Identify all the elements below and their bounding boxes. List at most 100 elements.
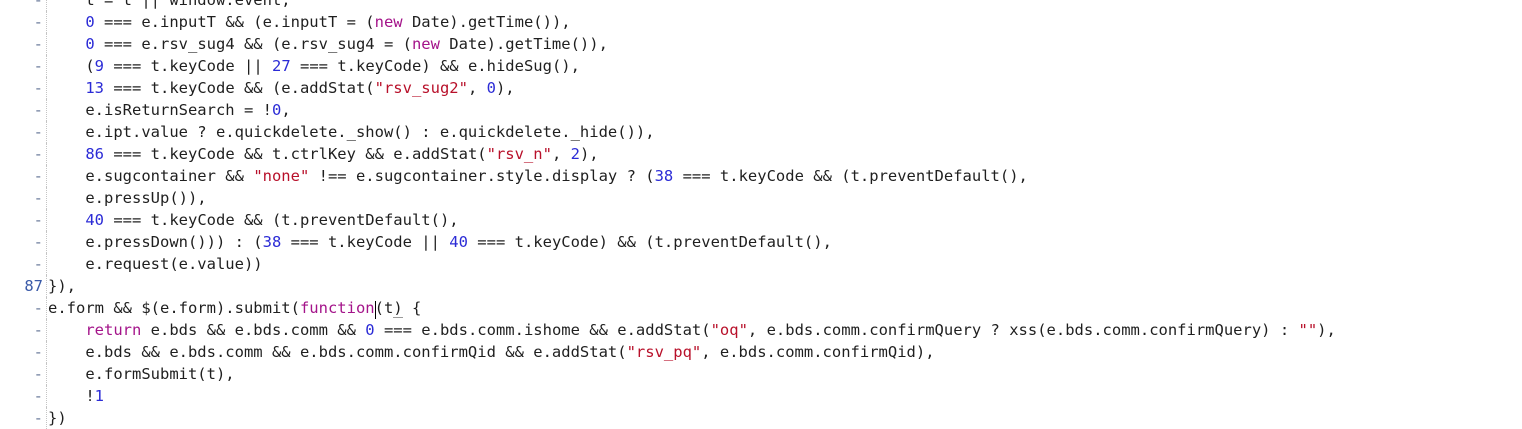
- code-token: 27: [272, 57, 291, 75]
- indent-guide: [46, 99, 47, 121]
- code-token: e.isReturnSearch = !: [85, 101, 272, 119]
- code-text[interactable]: t = t || window.event,: [48, 0, 291, 11]
- code-text[interactable]: !1: [48, 385, 104, 407]
- code-token: }),: [48, 277, 76, 295]
- indent-guide: [46, 55, 47, 77]
- indent-guide: [46, 77, 47, 99]
- code-text[interactable]: e.isReturnSearch = !0,: [48, 99, 291, 121]
- code-token: 40: [85, 211, 104, 229]
- code-text[interactable]: e.ipt.value ? e.quickdelete._show() : e.…: [48, 121, 655, 143]
- indent-guide: [46, 143, 47, 165]
- code-text[interactable]: e.pressUp()),: [48, 187, 207, 209]
- code-token: , e.bds.comm.confirmQuery ? xss(e.bds.co…: [747, 321, 1299, 339]
- text-cursor: (: [374, 299, 384, 317]
- code-text[interactable]: e.formSubmit(t),: [48, 363, 235, 385]
- code-token: new: [374, 13, 403, 31]
- code-token: e.formSubmit(t),: [85, 365, 235, 383]
- line-marker: -: [33, 409, 43, 427]
- indent-guide: [46, 341, 47, 363]
- code-editor[interactable]: - t = t || window.event, - 0 === e.inputT…: [0, 0, 1522, 429]
- indent-guide: [46, 121, 47, 143]
- code-token: !: [85, 387, 95, 405]
- code-token: e.pressUp()),: [85, 189, 207, 207]
- code-text[interactable]: 0 === e.rsv_sug4 && (e.rsv_sug4 = (new D…: [48, 33, 608, 55]
- line-marker: -: [33, 167, 43, 185]
- indent-guide: [46, 407, 47, 429]
- code-token: === t.keyCode && t.ctrlKey && e.addStat(: [104, 145, 487, 163]
- code-token: Date).getTime()),: [402, 13, 571, 31]
- code-text[interactable]: }): [48, 407, 67, 429]
- line-marker: -: [33, 189, 43, 207]
- code-token: === e.bds.comm.ishome && e.addStat(: [374, 321, 711, 339]
- line-marker: -: [33, 145, 43, 163]
- code-token: function: [299, 299, 375, 317]
- code-token: ),: [495, 79, 515, 97]
- code-token: 1: [94, 387, 105, 405]
- indent-guide: [46, 385, 47, 407]
- indent-guide: [46, 231, 47, 253]
- code-token: e.form && $(e.form).submit(: [48, 299, 300, 317]
- line-marker: -: [33, 387, 43, 405]
- indent-guide: [46, 165, 47, 187]
- indent-guide: [46, 363, 47, 385]
- code-text[interactable]: e.form && $(e.form).submit(function(t) {: [48, 297, 421, 319]
- indent-guide: [46, 209, 47, 231]
- line-marker: -: [33, 211, 43, 229]
- code-token: t: [383, 299, 394, 317]
- code-text[interactable]: 40 === t.keyCode && (t.preventDefault(),: [48, 209, 458, 231]
- code-token: {: [402, 299, 422, 317]
- indent-guide: [46, 275, 47, 297]
- code-token: 38: [262, 233, 282, 251]
- line-marker: -: [33, 233, 43, 251]
- code-text[interactable]: 0 === e.inputT && (e.inputT = (new Date)…: [48, 11, 571, 33]
- code-text[interactable]: 86 === t.keyCode && t.ctrlKey && e.addSt…: [48, 143, 598, 165]
- code-token: "rsv_n": [486, 145, 552, 163]
- code-text[interactable]: e.request(e.value)): [48, 253, 263, 275]
- code-token: e.bds && e.bds.comm && e.bds.comm.confir…: [85, 343, 627, 361]
- line-marker: -: [33, 255, 43, 273]
- code-token: ,: [467, 79, 487, 97]
- code-token: 40: [449, 233, 468, 251]
- indent-guide: [46, 319, 47, 341]
- code-text[interactable]: e.bds && e.bds.comm && e.bds.comm.confir…: [48, 341, 935, 363]
- code-text[interactable]: return e.bds && e.bds.comm && 0 === e.bd…: [48, 319, 1336, 341]
- code-token: === t.keyCode && (e.addStat(: [104, 79, 375, 97]
- code-token: t = t || window.event,: [85, 0, 291, 9]
- code-token: === t.keyCode && (t.preventDefault(),: [673, 167, 1028, 185]
- code-token: "rsv_pq": [626, 343, 702, 361]
- code-token: e.pressDown())) : (: [85, 233, 263, 251]
- code-token: "oq": [710, 321, 748, 339]
- code-token: e.request(e.value)): [85, 255, 263, 273]
- code-token: , e.bds.comm.confirmQid),: [701, 343, 935, 361]
- indent-guide: [46, 33, 47, 55]
- line-marker: -: [33, 35, 43, 53]
- code-token: 13: [85, 79, 104, 97]
- code-text[interactable]: 13 === t.keyCode && (e.addStat("rsv_sug2…: [48, 77, 515, 99]
- code-token: e.sugcontainer &&: [85, 167, 254, 185]
- code-token: === t.keyCode ||: [104, 57, 272, 75]
- line-marker: -: [33, 123, 43, 141]
- code-text[interactable]: e.sugcontainer && "none" !== e.sugcontai…: [48, 165, 1028, 187]
- line-marker: -: [33, 79, 43, 97]
- line-marker: -: [33, 57, 43, 75]
- code-token: === e.rsv_sug4 && (e.rsv_sug4 = (: [94, 35, 412, 53]
- code-token: e.bds && e.bds.comm &&: [141, 321, 366, 339]
- code-token: === t.keyCode) && e.hideSug(),: [290, 57, 580, 75]
- code-text[interactable]: e.pressDown())) : (38 === t.keyCode || 4…: [48, 231, 832, 253]
- code-token: (: [85, 57, 95, 75]
- code-token: new: [411, 35, 440, 53]
- indent-guide: [46, 187, 47, 209]
- code-text[interactable]: }),: [48, 275, 76, 297]
- line-marker: -: [33, 101, 43, 119]
- code-token: "none": [253, 167, 310, 185]
- code-token: ,: [281, 101, 291, 119]
- code-token: ),: [1317, 321, 1336, 339]
- code-token: 2: [570, 145, 580, 163]
- matching-brace: ): [393, 299, 403, 318]
- code-token: }): [48, 409, 67, 427]
- code-token: ,: [551, 145, 571, 163]
- code-text[interactable]: (9 === t.keyCode || 27 === t.keyCode) &&…: [48, 55, 580, 77]
- code-token: e.ipt.value ? e.quickdelete._show() : e.…: [85, 123, 655, 141]
- indent-guide: [46, 0, 47, 11]
- line-marker: -: [33, 13, 43, 31]
